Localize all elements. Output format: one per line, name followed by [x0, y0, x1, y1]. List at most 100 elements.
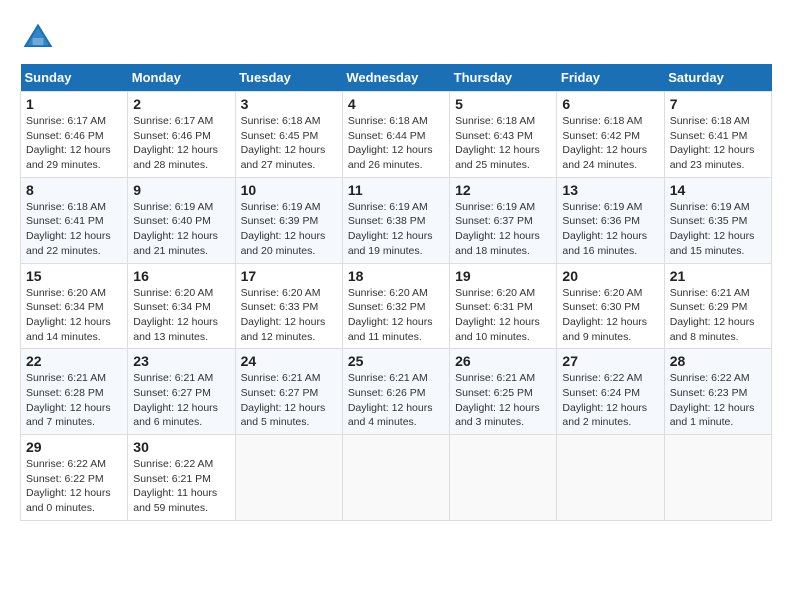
- dow-monday: Monday: [128, 64, 235, 92]
- day-number: 24: [241, 353, 337, 369]
- calendar-cell: [557, 435, 664, 521]
- day-info: Sunrise: 6:21 AMSunset: 6:27 PMDaylight:…: [241, 371, 337, 430]
- day-number: 14: [670, 182, 766, 198]
- day-info: Sunrise: 6:19 AMSunset: 6:37 PMDaylight:…: [455, 200, 551, 259]
- calendar-cell: 9 Sunrise: 6:19 AMSunset: 6:40 PMDayligh…: [128, 177, 235, 263]
- day-info: Sunrise: 6:17 AMSunset: 6:46 PMDaylight:…: [26, 114, 122, 173]
- day-number: 18: [348, 268, 444, 284]
- week-row-5: 29 Sunrise: 6:22 AMSunset: 6:22 PMDaylig…: [21, 435, 772, 521]
- dow-thursday: Thursday: [450, 64, 557, 92]
- week-row-3: 15 Sunrise: 6:20 AMSunset: 6:34 PMDaylig…: [21, 263, 772, 349]
- day-number: 4: [348, 96, 444, 112]
- day-info: Sunrise: 6:18 AMSunset: 6:44 PMDaylight:…: [348, 114, 444, 173]
- dow-tuesday: Tuesday: [235, 64, 342, 92]
- day-number: 1: [26, 96, 122, 112]
- week-row-1: 1 Sunrise: 6:17 AMSunset: 6:46 PMDayligh…: [21, 92, 772, 178]
- dow-saturday: Saturday: [664, 64, 771, 92]
- calendar-cell: [342, 435, 449, 521]
- day-info: Sunrise: 6:22 AMSunset: 6:22 PMDaylight:…: [26, 457, 122, 516]
- calendar-cell: 23 Sunrise: 6:21 AMSunset: 6:27 PMDaylig…: [128, 349, 235, 435]
- day-number: 20: [562, 268, 658, 284]
- dow-sunday: Sunday: [21, 64, 128, 92]
- day-info: Sunrise: 6:19 AMSunset: 6:39 PMDaylight:…: [241, 200, 337, 259]
- day-number: 19: [455, 268, 551, 284]
- day-info: Sunrise: 6:19 AMSunset: 6:35 PMDaylight:…: [670, 200, 766, 259]
- calendar-cell: [664, 435, 771, 521]
- calendar-cell: 8 Sunrise: 6:18 AMSunset: 6:41 PMDayligh…: [21, 177, 128, 263]
- calendar-cell: 24 Sunrise: 6:21 AMSunset: 6:27 PMDaylig…: [235, 349, 342, 435]
- day-number: 21: [670, 268, 766, 284]
- calendar-cell: 11 Sunrise: 6:19 AMSunset: 6:38 PMDaylig…: [342, 177, 449, 263]
- day-number: 15: [26, 268, 122, 284]
- day-number: 30: [133, 439, 229, 455]
- calendar-cell: 28 Sunrise: 6:22 AMSunset: 6:23 PMDaylig…: [664, 349, 771, 435]
- calendar-cell: 16 Sunrise: 6:20 AMSunset: 6:34 PMDaylig…: [128, 263, 235, 349]
- calendar-cell: 19 Sunrise: 6:20 AMSunset: 6:31 PMDaylig…: [450, 263, 557, 349]
- day-number: 9: [133, 182, 229, 198]
- day-of-week-row: SundayMondayTuesdayWednesdayThursdayFrid…: [21, 64, 772, 92]
- calendar-cell: 29 Sunrise: 6:22 AMSunset: 6:22 PMDaylig…: [21, 435, 128, 521]
- day-number: 11: [348, 182, 444, 198]
- day-number: 25: [348, 353, 444, 369]
- day-info: Sunrise: 6:21 AMSunset: 6:26 PMDaylight:…: [348, 371, 444, 430]
- day-info: Sunrise: 6:18 AMSunset: 6:41 PMDaylight:…: [26, 200, 122, 259]
- calendar-cell: 26 Sunrise: 6:21 AMSunset: 6:25 PMDaylig…: [450, 349, 557, 435]
- calendar-cell: 20 Sunrise: 6:20 AMSunset: 6:30 PMDaylig…: [557, 263, 664, 349]
- day-number: 12: [455, 182, 551, 198]
- header: [20, 20, 772, 56]
- calendar-cell: 18 Sunrise: 6:20 AMSunset: 6:32 PMDaylig…: [342, 263, 449, 349]
- calendar-cell: 7 Sunrise: 6:18 AMSunset: 6:41 PMDayligh…: [664, 92, 771, 178]
- day-number: 16: [133, 268, 229, 284]
- calendar-cell: 14 Sunrise: 6:19 AMSunset: 6:35 PMDaylig…: [664, 177, 771, 263]
- day-info: Sunrise: 6:20 AMSunset: 6:31 PMDaylight:…: [455, 286, 551, 345]
- day-number: 26: [455, 353, 551, 369]
- calendar-cell: 3 Sunrise: 6:18 AMSunset: 6:45 PMDayligh…: [235, 92, 342, 178]
- calendar-cell: 4 Sunrise: 6:18 AMSunset: 6:44 PMDayligh…: [342, 92, 449, 178]
- calendar-cell: [235, 435, 342, 521]
- day-info: Sunrise: 6:22 AMSunset: 6:21 PMDaylight:…: [133, 457, 229, 516]
- dow-friday: Friday: [557, 64, 664, 92]
- day-number: 8: [26, 182, 122, 198]
- day-info: Sunrise: 6:17 AMSunset: 6:46 PMDaylight:…: [133, 114, 229, 173]
- day-info: Sunrise: 6:20 AMSunset: 6:34 PMDaylight:…: [26, 286, 122, 345]
- day-number: 28: [670, 353, 766, 369]
- calendar-cell: 10 Sunrise: 6:19 AMSunset: 6:39 PMDaylig…: [235, 177, 342, 263]
- calendar-cell: 21 Sunrise: 6:21 AMSunset: 6:29 PMDaylig…: [664, 263, 771, 349]
- calendar-cell: 22 Sunrise: 6:21 AMSunset: 6:28 PMDaylig…: [21, 349, 128, 435]
- calendar-cell: [450, 435, 557, 521]
- dow-wednesday: Wednesday: [342, 64, 449, 92]
- calendar-table: SundayMondayTuesdayWednesdayThursdayFrid…: [20, 64, 772, 521]
- day-number: 13: [562, 182, 658, 198]
- day-info: Sunrise: 6:20 AMSunset: 6:32 PMDaylight:…: [348, 286, 444, 345]
- calendar-cell: 5 Sunrise: 6:18 AMSunset: 6:43 PMDayligh…: [450, 92, 557, 178]
- day-number: 23: [133, 353, 229, 369]
- day-info: Sunrise: 6:21 AMSunset: 6:25 PMDaylight:…: [455, 371, 551, 430]
- day-number: 2: [133, 96, 229, 112]
- day-info: Sunrise: 6:22 AMSunset: 6:23 PMDaylight:…: [670, 371, 766, 430]
- day-info: Sunrise: 6:20 AMSunset: 6:30 PMDaylight:…: [562, 286, 658, 345]
- day-info: Sunrise: 6:19 AMSunset: 6:38 PMDaylight:…: [348, 200, 444, 259]
- week-row-2: 8 Sunrise: 6:18 AMSunset: 6:41 PMDayligh…: [21, 177, 772, 263]
- day-number: 22: [26, 353, 122, 369]
- day-number: 3: [241, 96, 337, 112]
- day-info: Sunrise: 6:21 AMSunset: 6:29 PMDaylight:…: [670, 286, 766, 345]
- day-number: 10: [241, 182, 337, 198]
- calendar-cell: 12 Sunrise: 6:19 AMSunset: 6:37 PMDaylig…: [450, 177, 557, 263]
- day-info: Sunrise: 6:19 AMSunset: 6:40 PMDaylight:…: [133, 200, 229, 259]
- day-info: Sunrise: 6:20 AMSunset: 6:33 PMDaylight:…: [241, 286, 337, 345]
- calendar-cell: 25 Sunrise: 6:21 AMSunset: 6:26 PMDaylig…: [342, 349, 449, 435]
- week-row-4: 22 Sunrise: 6:21 AMSunset: 6:28 PMDaylig…: [21, 349, 772, 435]
- day-info: Sunrise: 6:18 AMSunset: 6:41 PMDaylight:…: [670, 114, 766, 173]
- logo: [20, 20, 62, 56]
- calendar-cell: 6 Sunrise: 6:18 AMSunset: 6:42 PMDayligh…: [557, 92, 664, 178]
- logo-icon: [20, 20, 56, 56]
- day-number: 27: [562, 353, 658, 369]
- day-number: 7: [670, 96, 766, 112]
- calendar-cell: 1 Sunrise: 6:17 AMSunset: 6:46 PMDayligh…: [21, 92, 128, 178]
- calendar-cell: 30 Sunrise: 6:22 AMSunset: 6:21 PMDaylig…: [128, 435, 235, 521]
- calendar-body: 1 Sunrise: 6:17 AMSunset: 6:46 PMDayligh…: [21, 92, 772, 521]
- day-info: Sunrise: 6:19 AMSunset: 6:36 PMDaylight:…: [562, 200, 658, 259]
- day-number: 29: [26, 439, 122, 455]
- day-info: Sunrise: 6:21 AMSunset: 6:27 PMDaylight:…: [133, 371, 229, 430]
- day-info: Sunrise: 6:18 AMSunset: 6:45 PMDaylight:…: [241, 114, 337, 173]
